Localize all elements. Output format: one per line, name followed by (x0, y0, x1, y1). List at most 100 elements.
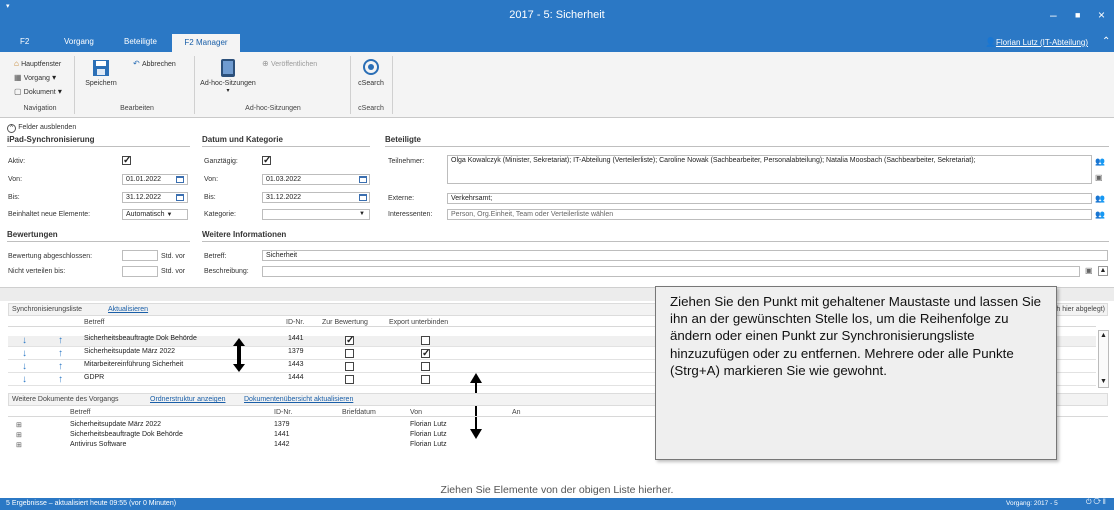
move-up-icon[interactable]: ↑ (58, 335, 63, 346)
interested-label: Interessenten: (388, 211, 433, 218)
doc-row-subject[interactable]: Antivirus Software (70, 441, 126, 448)
doc-row-id: 1442 (274, 441, 290, 448)
review-checkbox[interactable] (345, 362, 354, 371)
docs-col-to: An (512, 409, 521, 416)
move-up-icon[interactable]: ↑ (58, 361, 63, 372)
chevron-down-icon: ▼ (166, 212, 173, 218)
close-icon[interactable]: × (1098, 8, 1105, 22)
scroll-up-icon[interactable]: ▲ (1098, 266, 1108, 276)
save-icon (93, 60, 109, 76)
docs-col-date: Briefdatum (342, 409, 376, 416)
date-to-label: Bis: (204, 194, 216, 201)
doc-row-subject[interactable]: Sicherheitsbeauftragte Dok Behörde (70, 431, 183, 438)
group-adhoc: Ad-hoc-Sitzungen (245, 105, 301, 112)
people-icon[interactable]: 👥 (1095, 157, 1105, 166)
expand-row-icon[interactable]: ⊞ (16, 431, 22, 439)
scroll-up-icon[interactable]: ▲ (1100, 332, 1107, 339)
desc-label: Beschreibung: (204, 268, 249, 275)
nodist-input[interactable] (122, 266, 158, 277)
calendar-icon[interactable] (359, 194, 367, 201)
move-down-icon[interactable]: ↓ (22, 348, 27, 359)
subject-field[interactable]: Sicherheit (262, 250, 1108, 261)
toggle-fields-button[interactable]: ^ Felder ausblenden (7, 122, 76, 133)
review-checkbox[interactable]: ✓ (345, 336, 354, 346)
scroll-down-icon[interactable]: ▼ (1100, 378, 1107, 385)
separator (350, 56, 351, 114)
publish-button[interactable]: ⊕ Veröffentlichen (262, 59, 317, 68)
doc-row-subject[interactable]: Sicherheitsupdate März 2022 (70, 421, 161, 428)
move-up-icon[interactable]: ↑ (58, 374, 63, 385)
docs-col-from: Von (410, 409, 423, 416)
separator (74, 56, 75, 114)
noexport-checkbox[interactable] (421, 375, 430, 384)
people-icon[interactable]: 👥 (1095, 210, 1105, 219)
external-field[interactable]: Verkehrsamt; (447, 193, 1092, 204)
expand-row-icon[interactable]: ⊞ (16, 441, 22, 449)
move-down-icon[interactable]: ↓ (22, 335, 27, 346)
calendar-icon[interactable] (176, 176, 184, 183)
noexport-checkbox[interactable] (421, 362, 430, 371)
document-icon: ▢ (14, 87, 22, 96)
rating-closed-unit: Std. vor (161, 253, 186, 260)
sync-row-subject[interactable]: Sicherheitsupdate März 2022 (84, 348, 175, 355)
review-checkbox[interactable] (345, 349, 354, 358)
interested-field[interactable]: Person, Org.Einheit, Team oder Verteiler… (447, 209, 1092, 220)
minimize-icon[interactable]: – (1050, 8, 1057, 22)
tab-vorgang[interactable]: Vorgang (64, 37, 94, 46)
move-down-icon[interactable]: ↓ (22, 361, 27, 372)
noexport-checkbox[interactable] (421, 336, 430, 345)
review-checkbox[interactable] (345, 375, 354, 384)
category-select[interactable]: ▼ (262, 209, 370, 220)
nav-hauptfenster[interactable]: ⌂ Hauptfenster (14, 59, 61, 68)
status-icons[interactable]: ⏻ ⟳ ‖ (1086, 499, 1106, 507)
desc-field[interactable] (262, 266, 1080, 277)
status-right: Vorgang: 2017 - 5 (1006, 500, 1058, 507)
adhoc-sessions-button[interactable]: Ad-hoc-Sitzungen ▾ (200, 58, 256, 94)
people-icon[interactable]: 👥 (1095, 194, 1105, 203)
members-field[interactable]: Olga Kowalczyk (Minister, Sekretariat); … (447, 155, 1092, 184)
chevron-down-icon: ▼ (359, 211, 365, 217)
divider (7, 241, 190, 242)
calendar-icon[interactable] (176, 194, 184, 201)
move-up-icon[interactable]: ↑ (58, 348, 63, 359)
date-from[interactable]: 01.03.2022 (262, 174, 370, 185)
nav-vorgang[interactable]: ▦ Vorgang ▾ (14, 73, 56, 82)
group-csearch: cSearch (358, 105, 384, 112)
maximize-icon[interactable]: ■ (1075, 10, 1080, 20)
col-subject: Betreff (84, 319, 105, 326)
show-folders-link[interactable]: Ordnerstruktur anzeigen (150, 396, 225, 403)
status-bar: 5 Ergebnisse – aktualisiert heute 09:55 … (0, 498, 1114, 510)
title-bar: ▾ 2017 - 5: Sicherheit – ■ × (0, 0, 1114, 34)
save-button[interactable]: Speichern (83, 58, 119, 87)
ipad-from-label: Von: (8, 176, 23, 183)
rating-closed-label: Bewertung abgeschlossen: (8, 253, 93, 260)
cancel-button[interactable]: ↶ Abbrechen (133, 59, 176, 68)
user-link[interactable]: Florian Lutz (IT-Abteilung) (996, 38, 1088, 47)
docs-col-subject: Betreff (70, 409, 91, 416)
expand-icon[interactable]: ▣ (1085, 266, 1093, 275)
sync-refresh-link[interactable]: Aktualisieren (108, 306, 148, 313)
active-checkbox[interactable]: ✓ (122, 156, 131, 166)
expand-row-icon[interactable]: ⊞ (16, 421, 22, 429)
chevron-up-icon: ^ (7, 124, 16, 133)
tab-f2[interactable]: F2 (20, 37, 29, 46)
sync-row-subject[interactable]: Sicherheitsbeauftragte Dok Behörde (84, 335, 197, 342)
includes-select[interactable]: Automatisch ▼ (122, 209, 188, 220)
expand-icon[interactable]: ▣ (1095, 173, 1103, 182)
move-down-icon[interactable]: ↓ (22, 374, 27, 385)
date-to[interactable]: 31.12.2022 (262, 192, 370, 203)
sync-row-subject[interactable]: Mitarbeitereinführung Sicherheit (84, 361, 183, 368)
csearch-button[interactable]: cSearch (356, 58, 386, 87)
members-label: Teilnehmer: (388, 158, 425, 165)
tablet-icon (221, 59, 235, 77)
noexport-checkbox[interactable]: ✓ (421, 349, 430, 359)
sync-row-subject[interactable]: GDPR (84, 374, 104, 381)
tab-f2-manager[interactable]: F2 Manager (172, 34, 240, 52)
allday-checkbox[interactable]: ✓ (262, 156, 271, 166)
rating-closed-input[interactable] (122, 250, 158, 261)
tab-beteiligte[interactable]: Beteiligte (124, 37, 157, 46)
refresh-overview-link[interactable]: Dokumentenübersicht aktualisieren (244, 396, 353, 403)
calendar-icon[interactable] (359, 176, 367, 183)
nav-dokument[interactable]: ▢ Dokument ▾ (14, 87, 62, 96)
collapse-ribbon-icon[interactable]: ⌃ (1102, 36, 1110, 47)
